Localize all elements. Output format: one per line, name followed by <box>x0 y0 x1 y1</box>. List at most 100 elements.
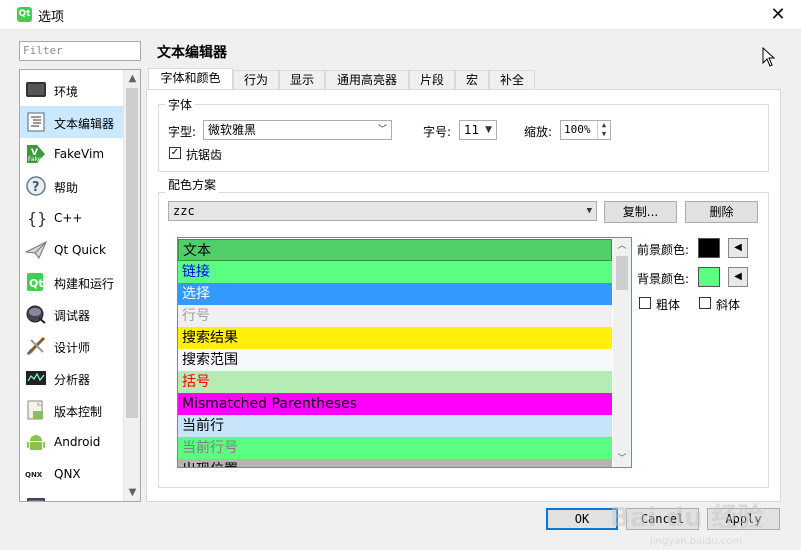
sidebar-item-label: Android <box>54 435 101 449</box>
sidebar-item-label: 构建和运行 <box>54 277 115 291</box>
bold-label: 粗体 <box>656 298 681 312</box>
tab-macros[interactable]: 宏 <box>455 70 489 89</box>
tab-font-colors[interactable]: 字体和颜色 <box>148 68 233 90</box>
mouse-cursor-icon <box>762 47 776 67</box>
sidebar-item-label: 分析器 <box>54 373 91 387</box>
paper-plane-icon <box>25 240 47 259</box>
tab-snippets[interactable]: 片段 <box>409 70 455 89</box>
zoom-spinbox[interactable]: 100% ▲ ▼ <box>560 120 611 140</box>
sidebar-item-analyzer[interactable]: 分析器 <box>20 362 123 394</box>
svg-text:V: V <box>31 148 38 158</box>
sidebar-item-label: QNX <box>54 467 81 481</box>
sidebar-item-build-run[interactable]: Qt 构建和运行 <box>20 266 123 298</box>
sidebar-item-qnx[interactable]: QNX QNX <box>20 458 123 490</box>
sidebar-item-android[interactable]: Android <box>20 426 123 458</box>
scrollbar-thumb[interactable] <box>616 256 628 290</box>
italic-label: 斜体 <box>716 298 741 312</box>
tab-display[interactable]: 显示 <box>279 70 325 89</box>
fakevim-icon: FakeV <box>27 145 45 163</box>
sidebar-item-label: Qt Quick <box>54 243 106 257</box>
background-color-swatch[interactable] <box>698 267 720 287</box>
color-item-row[interactable]: 搜索结果 <box>178 327 612 349</box>
sidebar-item-text-editor[interactable]: 文本编辑器 <box>20 106 123 138</box>
italic-checkbox[interactable] <box>699 297 711 309</box>
title-bar: Qt 选项 ✕ <box>0 0 801 30</box>
sidebar-item-label: 设备 <box>54 499 78 501</box>
scroll-up-icon[interactable]: ︿ <box>613 238 631 254</box>
color-item-row[interactable]: 搜索范围 <box>178 349 612 371</box>
braces-icon: {} <box>27 209 47 228</box>
svg-text:QNX: QNX <box>25 471 43 479</box>
sidebar-item-help[interactable]: ? 帮助 <box>20 170 123 202</box>
tab-behavior[interactable]: 行为 <box>233 70 279 89</box>
spin-arrows-icon[interactable]: ▲ ▼ <box>597 121 610 139</box>
foreground-erase-button[interactable]: ◀ <box>728 238 748 258</box>
watermark-url: jingyan.baidu.com <box>649 536 742 547</box>
svg-text:?: ? <box>32 180 40 195</box>
chevron-down-icon: ▼ <box>485 125 492 135</box>
sidebar-item-qt-quick[interactable]: Qt Quick <box>20 234 123 266</box>
foreground-color-swatch[interactable] <box>698 238 720 258</box>
zoom-value: 100% <box>564 123 591 136</box>
sidebar-item-devices[interactable]: 设备 <box>20 490 123 501</box>
color-item-row[interactable]: 链接 <box>178 261 612 283</box>
text-editor-icon <box>27 112 45 132</box>
copy-scheme-button[interactable]: 复制... <box>604 201 677 223</box>
sidebar-item-fakevim[interactable]: Fake V FakeVim <box>20 138 123 170</box>
sidebar-item-debugger[interactable]: 调试器 <box>20 298 123 330</box>
font-size-label: 字号: <box>423 125 452 139</box>
color-item-row[interactable]: 括号 <box>178 371 612 393</box>
close-button[interactable]: ✕ <box>763 3 793 27</box>
color-scheme-value: zzc <box>173 204 195 218</box>
filter-input[interactable]: Filter <box>19 41 141 61</box>
category-scrollbar[interactable]: ▲ ▼ <box>123 70 140 501</box>
window-title: 选项 <box>38 10 65 25</box>
build-run-icon: Qt <box>27 273 44 291</box>
scroll-down-icon[interactable]: ﹀ <box>613 451 631 467</box>
sidebar-item-environment[interactable]: 环境 <box>20 74 123 106</box>
font-family-label: 字型: <box>168 125 197 139</box>
color-item-row[interactable]: 行号 <box>178 305 612 327</box>
watermark-text: Bai du 经验 <box>610 502 764 533</box>
antialias-checkbox[interactable]: ✓ <box>169 147 181 159</box>
bold-checkbox[interactable] <box>639 297 651 309</box>
help-icon: ? <box>26 176 46 196</box>
sidebar-item-label: C++ <box>54 211 83 225</box>
color-item-row[interactable]: 文本 <box>178 239 612 261</box>
font-size-value: 11 <box>464 123 480 137</box>
delete-scheme-button[interactable]: 删除 <box>685 201 758 223</box>
page-title: 文本编辑器 <box>157 45 227 61</box>
color-item-row[interactable]: 当前行号 <box>178 437 612 459</box>
sidebar-item-cpp[interactable]: {} C++ <box>20 202 123 234</box>
analyzer-icon <box>26 371 46 385</box>
scrollbar-thumb[interactable] <box>126 88 138 418</box>
sidebar-item-designer[interactable]: 设计师 <box>20 330 123 362</box>
scroll-down-icon[interactable]: ▼ <box>124 484 140 501</box>
svg-text:Qt: Qt <box>29 277 44 290</box>
scroll-up-icon[interactable]: ▲ <box>124 70 140 87</box>
tab-completion[interactable]: 补全 <box>489 70 535 89</box>
color-item-row[interactable]: 当前行 <box>178 415 612 437</box>
debugger-icon <box>26 305 46 324</box>
color-item-row[interactable]: 出现位置 <box>178 459 612 467</box>
color-list-scrollbar[interactable]: ︿ ﹀ <box>613 238 631 467</box>
color-item-row[interactable]: 选择 <box>178 283 612 305</box>
device-icon <box>27 498 45 501</box>
sidebar-item-version-control[interactable]: 版本控制 <box>20 394 123 426</box>
antialias-label: 抗锯齿 <box>186 148 223 162</box>
version-control-icon <box>27 400 43 420</box>
foreground-label: 前景颜色: <box>637 243 690 257</box>
sidebar-item-label: 设计师 <box>54 341 91 355</box>
zoom-label: 缩放: <box>524 125 553 139</box>
color-item-row[interactable]: Mismatched Parentheses <box>178 393 612 415</box>
font-family-select[interactable]: 微软雅黑 ﹀ <box>203 120 392 140</box>
color-item-list[interactable]: 文本 链接 选择 行号 搜索结果 搜索范围 括号 Mismatched Parentheses… <box>177 237 632 468</box>
font-group-title: 字体 <box>165 96 196 113</box>
color-scheme-title: 配色方案 <box>165 176 220 193</box>
font-size-select[interactable]: 11 ▼ <box>459 120 497 140</box>
tab-generic-highlighter[interactable]: 通用高亮器 <box>325 70 409 89</box>
color-scheme-select[interactable]: zzc ▼ <box>168 201 597 221</box>
category-list[interactable]: 环境 文本编辑器 Fake V FakeVim ? 帮助 {} C++ Qt Qu… <box>19 69 141 502</box>
background-erase-button[interactable]: ◀ <box>728 267 748 287</box>
sidebar-item-label: 帮助 <box>54 181 79 195</box>
